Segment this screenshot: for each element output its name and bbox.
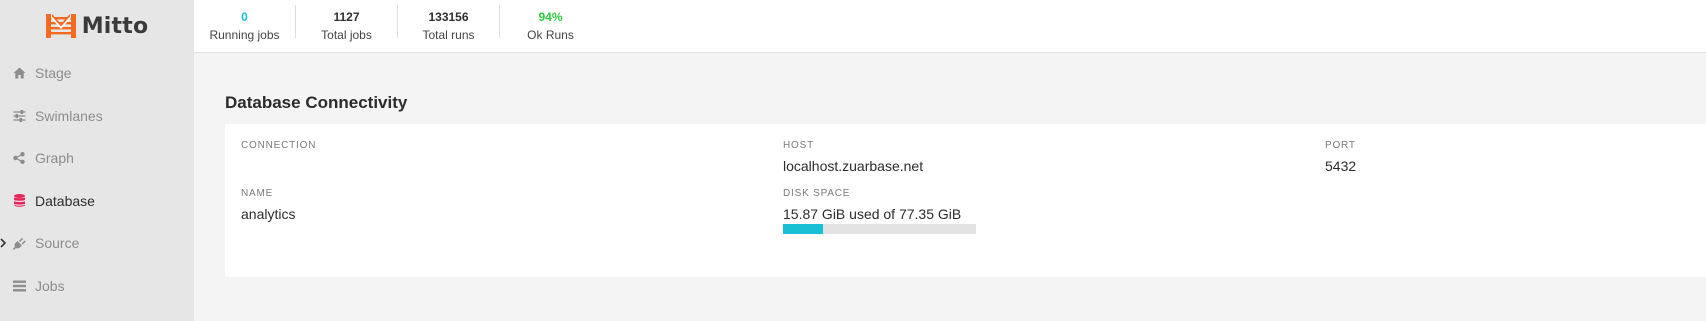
mitto-logo-icon xyxy=(45,14,76,38)
disk-space-label: DISK SPACE xyxy=(783,188,851,199)
share-icon xyxy=(12,151,26,165)
sidebar-item-label: Jobs xyxy=(35,277,65,294)
stat-running-jobs[interactable]: 0 Running jobs xyxy=(194,0,295,52)
main-content: Database Connectivity CONNECTION HOST lo… xyxy=(194,53,1706,321)
sidebar-item-label: Graph xyxy=(35,150,74,167)
host-field: HOST localhost.zuarbase.net xyxy=(783,140,923,174)
disk-usage-fill xyxy=(783,224,823,234)
list-icon xyxy=(12,279,26,293)
port-label: PORT xyxy=(1325,140,1356,151)
name-label: NAME xyxy=(241,188,274,199)
sidebar-item-label: Database xyxy=(35,192,95,209)
next-section-title-clipped xyxy=(225,317,485,321)
sidebar-item-graph[interactable]: Graph xyxy=(0,137,194,180)
disk-space-field: DISK SPACE 15.87 GiB used of 77.35 GiB xyxy=(783,188,961,222)
sidebar-item-swimlanes[interactable]: Swimlanes xyxy=(0,95,194,138)
disk-usage-bar xyxy=(783,224,976,234)
port-field: PORT 5432 xyxy=(1325,140,1356,174)
connection-field: CONNECTION xyxy=(241,140,316,151)
stats-bar: 0 Running jobs 1127 Total jobs 133156 To… xyxy=(194,0,1706,53)
sidebar-item-label: Stage xyxy=(35,65,72,82)
stat-value: 0 xyxy=(241,10,248,24)
stat-label: Total runs xyxy=(422,28,475,42)
plug-icon xyxy=(12,236,26,250)
host-value: localhost.zuarbase.net xyxy=(783,158,924,174)
sidebar-item-source[interactable]: Source xyxy=(0,222,194,265)
sidebar-item-database[interactable]: Database xyxy=(0,180,194,223)
sidebar-item-jobs[interactable]: Jobs xyxy=(0,265,194,308)
app-name: Mitto xyxy=(81,13,149,39)
app-root: Mitto Stage Swimlanes Graph Database Sou… xyxy=(0,0,1706,321)
database-card: CONNECTION HOST localhost.zuarbase.net P… xyxy=(225,124,1706,277)
stat-ok-runs[interactable]: 94% Ok Runs xyxy=(500,0,601,52)
logo[interactable]: Mitto xyxy=(0,0,194,52)
home-icon xyxy=(12,66,26,80)
host-label: HOST xyxy=(783,140,814,151)
stat-value: 1127 xyxy=(333,10,360,24)
disk-space-value: 15.87 GiB used of 77.35 GiB xyxy=(783,206,962,222)
sidebar-item-stage[interactable]: Stage xyxy=(0,52,194,95)
page-title: Database Connectivity xyxy=(225,93,408,112)
stat-label: Running jobs xyxy=(209,28,280,42)
sidebar: Mitto Stage Swimlanes Graph Database Sou… xyxy=(0,0,194,321)
stat-value: 94% xyxy=(538,10,563,24)
sidebar-item-label: Source xyxy=(35,235,80,252)
chevron-right-icon[interactable] xyxy=(0,238,7,248)
sliders-icon xyxy=(12,109,26,123)
sidebar-item-label: Swimlanes xyxy=(35,107,103,124)
stat-total-runs[interactable]: 133156 Total runs xyxy=(398,0,499,52)
stat-total-jobs[interactable]: 1127 Total jobs xyxy=(296,0,397,52)
name-value: analytics xyxy=(241,206,296,222)
name-field: NAME analytics xyxy=(241,188,295,222)
connection-label: CONNECTION xyxy=(241,140,317,151)
database-icon xyxy=(12,194,26,208)
sidebar-nav: Stage Swimlanes Graph Database Source Jo… xyxy=(0,52,194,307)
stat-value: 133156 xyxy=(428,10,469,24)
port-value: 5432 xyxy=(1325,158,1357,174)
stat-label: Ok Runs xyxy=(527,28,574,42)
stat-label: Total jobs xyxy=(321,28,372,42)
